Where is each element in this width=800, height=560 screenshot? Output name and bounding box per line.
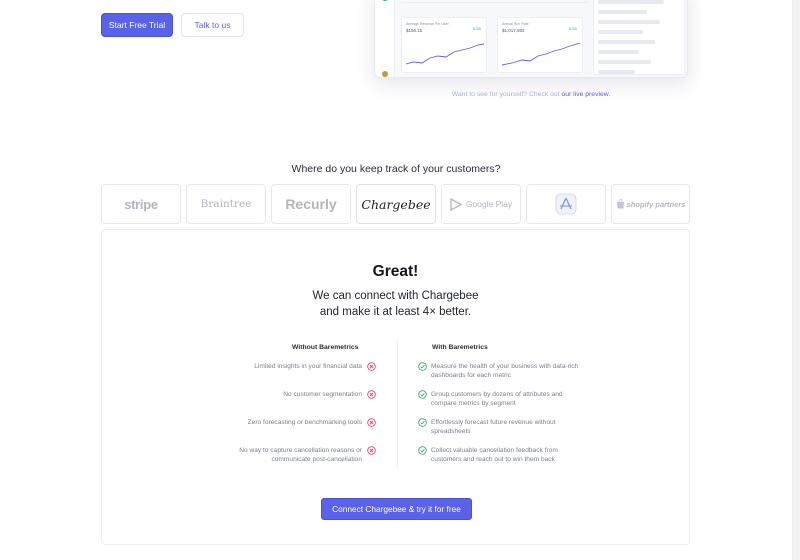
with-item: Effortlessly forecast future revenue wit… [431, 418, 631, 436]
live-preview-text: Want to see for yourself? Check out [451, 91, 560, 98]
without-item: Zero forecasting or benchmarking tools [102, 418, 362, 427]
without-item: No way to capture cancellation reasons o… [102, 446, 362, 464]
shopify-bag-icon [616, 199, 624, 209]
provider-google-play-label: Google Play [465, 199, 513, 209]
preview-card-linechart [502, 42, 580, 66]
connect-chargebee-button[interactable]: Connect Chargebee & try it for free [321, 498, 472, 520]
with-item: Group customers by dozens of attributes … [431, 390, 631, 408]
dashboard-preview[interactable]: Average Revenue Per User $156.15 5.3% An… [374, 0, 688, 78]
with-item-text: Measure the health of your business with… [431, 363, 579, 370]
integrations-question: Where do you keep track of your customer… [291, 163, 501, 175]
provider-recurly-label: Recurly [285, 196, 337, 212]
without-item-text: communicate post-cancellation [271, 456, 362, 463]
preview-card-value: $1,017,982 [502, 28, 525, 33]
with-item-text: dashboards for each metric [431, 372, 511, 379]
provider-chargebee[interactable]: Chargebee [356, 184, 436, 224]
without-item-text: Zero forecasting or benchmarking tools [247, 419, 362, 426]
preview-card-change: 5.3% [473, 27, 481, 31]
x-circle-icon [367, 362, 376, 371]
x-circle-icon [367, 390, 376, 399]
provider-shopify-label: shopify partners [626, 199, 686, 209]
provider-recurly[interactable]: Recurly [271, 184, 351, 224]
google-play-icon [450, 197, 462, 211]
with-item-text: Effortlessly forecast future revenue wit… [431, 419, 556, 426]
provider-braintree[interactable]: Braintree [186, 184, 266, 224]
provider-stripe-label: stripe [124, 196, 158, 212]
start-free-trial-button[interactable]: Start Free Trial [101, 13, 173, 37]
check-circle-icon [418, 362, 427, 371]
preview-card-value: $156.15 [406, 28, 423, 33]
x-circle-icon [367, 446, 376, 455]
preview-card-label: Average Revenue Per User [406, 22, 449, 26]
without-item-text: No way to capture cancellation reasons o… [239, 447, 362, 454]
x-circle-icon [367, 418, 376, 427]
talk-to-us-button[interactable]: Talk to us [181, 13, 244, 37]
with-item-text: spreadsheets [431, 428, 471, 435]
preview-top-sparkline [401, 0, 589, 3]
panel-subtitle-line: We can connect with Chargebee [312, 290, 479, 302]
preview-card-label: Annual Run Rate [502, 22, 529, 26]
comparison-panel: Great! We can connect with Chargebee and… [101, 229, 690, 545]
without-item: No customer segmentation [102, 390, 362, 399]
preview-top-chart [401, 0, 589, 3]
without-heading: Without Baremetrics [292, 344, 359, 351]
app-store-icon [555, 193, 577, 215]
panel-subtitle-line: and make it at least 4× better. [319, 306, 472, 318]
preview-nav-icon [382, 0, 388, 1]
live-preview-link[interactable]: our live preview. [561, 91, 610, 98]
preview-sidebar [375, 0, 395, 77]
panel-subtitle: We can connect with Chargebee and make i… [102, 288, 689, 320]
with-item-text: customers and reach out to win them back [431, 456, 555, 463]
check-circle-icon [418, 390, 427, 399]
scrollbar[interactable] [792, 0, 800, 560]
provider-google-play[interactable]: Google Play [441, 184, 521, 224]
check-circle-icon [418, 446, 427, 455]
provider-chargebee-label: Chargebee [361, 196, 431, 212]
provider-app-store[interactable] [526, 184, 606, 224]
provider-logo-row: stripe Braintree Recurly Chargebee Googl… [101, 184, 690, 224]
preview-card-arr: Annual Run Rate $1,017,982 8.3% [497, 17, 583, 73]
column-divider [397, 340, 398, 468]
preview-card-arpu: Average Revenue Per User $156.15 5.3% [401, 17, 487, 73]
with-item-text: Collect valuable cancellation feedback f… [431, 447, 558, 454]
without-item-text: No customer segmentation [283, 391, 362, 398]
provider-braintree-label: Braintree [200, 198, 252, 210]
provider-stripe[interactable]: stripe [101, 184, 181, 224]
without-item: Limited insights in your financial data [102, 362, 362, 371]
with-item: Collect valuable cancellation feedback f… [431, 446, 631, 464]
with-item-text: compare metrics by segment [431, 400, 516, 407]
check-circle-icon [418, 418, 427, 427]
provider-shopify[interactable]: shopify partners [611, 184, 690, 224]
preview-card-change: 8.3% [569, 27, 577, 31]
preview-activity-list [593, 0, 685, 75]
with-heading: With Baremetrics [432, 344, 488, 351]
live-preview-note: Want to see for yourself? Check out our … [374, 91, 688, 98]
preview-card-linechart [406, 43, 484, 65]
with-item: Measure the health of your business with… [431, 362, 631, 380]
preview-avatar [382, 71, 388, 77]
without-item-text: Limited insights in your financial data [254, 363, 362, 370]
with-item-text: Group customers by dozens of attributes … [431, 391, 563, 398]
panel-title: Great! [372, 263, 419, 280]
